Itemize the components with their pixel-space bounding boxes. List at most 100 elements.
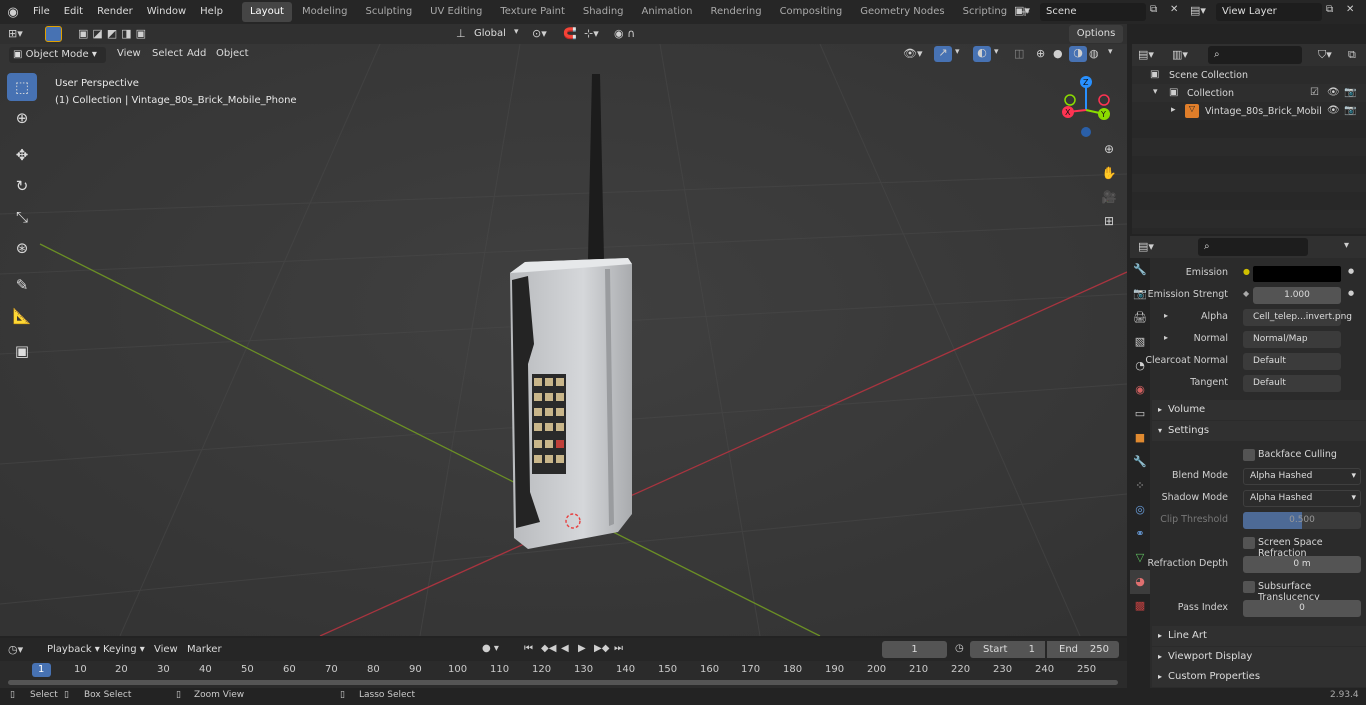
tab-shading[interactable]: Shading (575, 2, 632, 22)
move-tool-icon[interactable]: ✥ (7, 141, 37, 169)
expand-arrow-icon[interactable]: ▸ (1171, 105, 1176, 115)
expand-arrow-icon[interactable]: ▸ (1164, 333, 1168, 342)
section-settings[interactable]: ▾ Settings (1152, 421, 1366, 441)
chevron-down-icon[interactable]: ▾ (994, 47, 999, 57)
camera-render-icon[interactable]: 📷 (1344, 105, 1356, 116)
clip-threshold-slider[interactable]: 0.500 (1243, 512, 1361, 529)
annotate-tool-icon[interactable]: ✎ (7, 271, 37, 299)
auto-keying-icon[interactable]: ● ▾ (482, 643, 499, 654)
scene-field[interactable]: Scene (1040, 3, 1146, 21)
eye-icon[interactable]: 👁 (1327, 105, 1340, 116)
measure-tool-icon[interactable]: 📐 (7, 302, 37, 330)
tab-layout[interactable]: Layout (241, 2, 292, 22)
shadow-mode-select[interactable]: Alpha Hashed ▾ (1243, 490, 1361, 507)
delete-view-layer-icon[interactable]: ✕ (1346, 4, 1354, 15)
new-view-layer-icon[interactable]: ⧉ (1326, 4, 1333, 15)
refraction-depth-field[interactable]: 0 m (1243, 556, 1361, 573)
outliner-editor-icon[interactable]: ▤▾ (1138, 48, 1154, 61)
clearcoat-normal-field[interactable]: Default (1243, 353, 1341, 370)
visibility-icon[interactable]: 👁▾ (903, 47, 923, 60)
grid-view-icon[interactable]: ⊞ (1098, 214, 1120, 238)
tab-animation[interactable]: Animation (634, 2, 701, 22)
emission-strength-field[interactable]: 1.000 (1253, 287, 1341, 304)
scale-tool-icon[interactable]: ⤡ (7, 203, 37, 231)
solid-shading-icon[interactable]: ● (1053, 47, 1063, 60)
next-keyframe-icon[interactable]: ▶◆ (594, 643, 609, 654)
3d-viewport[interactable]: User Perspective (1) Collection | Vintag… (0, 44, 1127, 636)
properties-search-input[interactable]: ⌕ (1198, 238, 1308, 256)
expand-arrow-icon[interactable]: ▸ (1164, 311, 1168, 320)
overlay-toggle-icon[interactable]: ◐ (973, 46, 991, 62)
menu-edit[interactable]: Edit (57, 2, 90, 22)
snap-target-icon[interactable]: ⊹▾ (584, 27, 599, 40)
menu-window[interactable]: Window (140, 2, 193, 22)
viewport-menu-view[interactable]: View (110, 44, 148, 64)
menu-file[interactable]: File (26, 2, 57, 22)
alpha-texture-field[interactable]: Cell_telep...invert.png (1243, 309, 1352, 326)
navigation-gizmo[interactable]: Z Y X (1056, 72, 1118, 140)
eye-icon[interactable]: 👁 (1327, 87, 1340, 98)
xray-icon[interactable]: ◫ (1014, 47, 1024, 60)
view-layer-icon[interactable]: ▤▾ (1190, 4, 1206, 17)
section-viewport-display[interactable]: ▸ Viewport Display (1152, 647, 1366, 667)
selection-mode-icons[interactable]: ▣◪◩◨▣ (78, 27, 150, 40)
add-cube-tool-icon[interactable]: ▣ (7, 337, 37, 365)
emission-color-swatch[interactable] (1253, 266, 1341, 282)
tab-texture-paint[interactable]: Texture Paint (492, 2, 573, 22)
material-shading-icon[interactable]: ◑ (1069, 46, 1087, 62)
new-scene-icon[interactable]: ⧉ (1150, 4, 1157, 15)
outliner-row-collection[interactable]: ▾ ▣ Collection ☑ 👁 📷 (1132, 84, 1366, 102)
select-box-tool-icon[interactable]: ⬚ (7, 73, 37, 101)
jump-start-icon[interactable]: ⏮ (524, 643, 533, 654)
checkbox-icon[interactable]: ☑ (1310, 87, 1319, 98)
view-layer-field[interactable]: View Layer (1216, 3, 1322, 21)
rotate-tool-icon[interactable]: ↻ (7, 172, 37, 200)
section-custom-properties[interactable]: ▸ Custom Properties (1152, 667, 1366, 687)
timeline-menu-keying[interactable]: Keying ▾ (96, 640, 152, 660)
normal-map-field[interactable]: Normal/Map (1243, 331, 1341, 348)
gizmo-toggle-icon[interactable]: ↗ (934, 46, 952, 62)
timeline-scrollbar[interactable] (8, 680, 1118, 685)
sss-checkbox[interactable] (1243, 581, 1255, 593)
current-frame-field[interactable]: 1 (882, 641, 947, 658)
outliner-row-scene-collection[interactable]: ▣ Scene Collection (1132, 66, 1366, 84)
blender-logo-icon[interactable]: ◉ (0, 5, 26, 20)
options-button[interactable]: Options (1069, 25, 1123, 43)
zoom-icon[interactable]: ⊕ (1098, 142, 1120, 166)
start-frame-field[interactable]: Start 1 (970, 641, 1045, 658)
blend-mode-select[interactable]: Alpha Hashed ▾ (1243, 468, 1361, 485)
pass-index-field[interactable]: 0 (1243, 600, 1361, 617)
tab-sculpting[interactable]: Sculpting (357, 2, 420, 22)
menu-render[interactable]: Render (90, 2, 140, 22)
chevron-down-icon[interactable]: ▾ (1108, 47, 1113, 57)
section-volume[interactable]: ▸ Volume (1152, 400, 1366, 420)
outliner-row-object[interactable]: ▸ ▽ Vintage_80s_Brick_Mobil 👁 📷 (1132, 102, 1366, 120)
filter-icon[interactable]: ⛉▾ (1318, 48, 1332, 62)
timeline-menu-marker[interactable]: Marker (180, 640, 229, 660)
prev-keyframe-icon[interactable]: ◆◀ (541, 643, 556, 654)
transform-orientation-select[interactable]: Global (474, 28, 506, 39)
tab-uv-editing[interactable]: UV Editing (422, 2, 490, 22)
viewport-menu-object[interactable]: Object (209, 44, 256, 64)
editor-type-icon[interactable]: ⊞▾ (8, 27, 23, 40)
jump-end-icon[interactable]: ⏭ (614, 643, 623, 654)
stopwatch-icon[interactable]: ◷ (955, 643, 964, 654)
properties-editor-icon[interactable]: ▤▾ (1138, 240, 1154, 253)
transform-orientation-icon[interactable]: ⊥ (456, 27, 466, 40)
menu-help[interactable]: Help (193, 2, 230, 22)
pan-hand-icon[interactable]: ✋ (1098, 166, 1120, 190)
scene-selector-icon[interactable]: ▣▾ (1014, 4, 1030, 17)
section-line-art[interactable]: ▸ Line Art (1152, 626, 1366, 646)
pivot-icon[interactable]: ⊙▾ (532, 27, 547, 40)
cursor-tool-icon[interactable]: ⊕ (7, 104, 37, 132)
select-tool-button[interactable] (45, 26, 62, 42)
tab-compositing[interactable]: Compositing (772, 2, 851, 22)
play-reverse-icon[interactable]: ◀ (561, 643, 569, 654)
new-collection-icon[interactable]: ⧉ (1348, 48, 1356, 62)
camera-render-icon[interactable]: 📷 (1344, 87, 1356, 98)
tab-modeling[interactable]: Modeling (294, 2, 356, 22)
rendered-shading-icon[interactable]: ◍ (1089, 47, 1099, 60)
snap-icon[interactable]: 🧲 (563, 27, 577, 40)
collection-tab-icon[interactable]: ▭ (1130, 402, 1150, 426)
keyframe-dot-icon[interactable]: ● (1348, 267, 1354, 275)
